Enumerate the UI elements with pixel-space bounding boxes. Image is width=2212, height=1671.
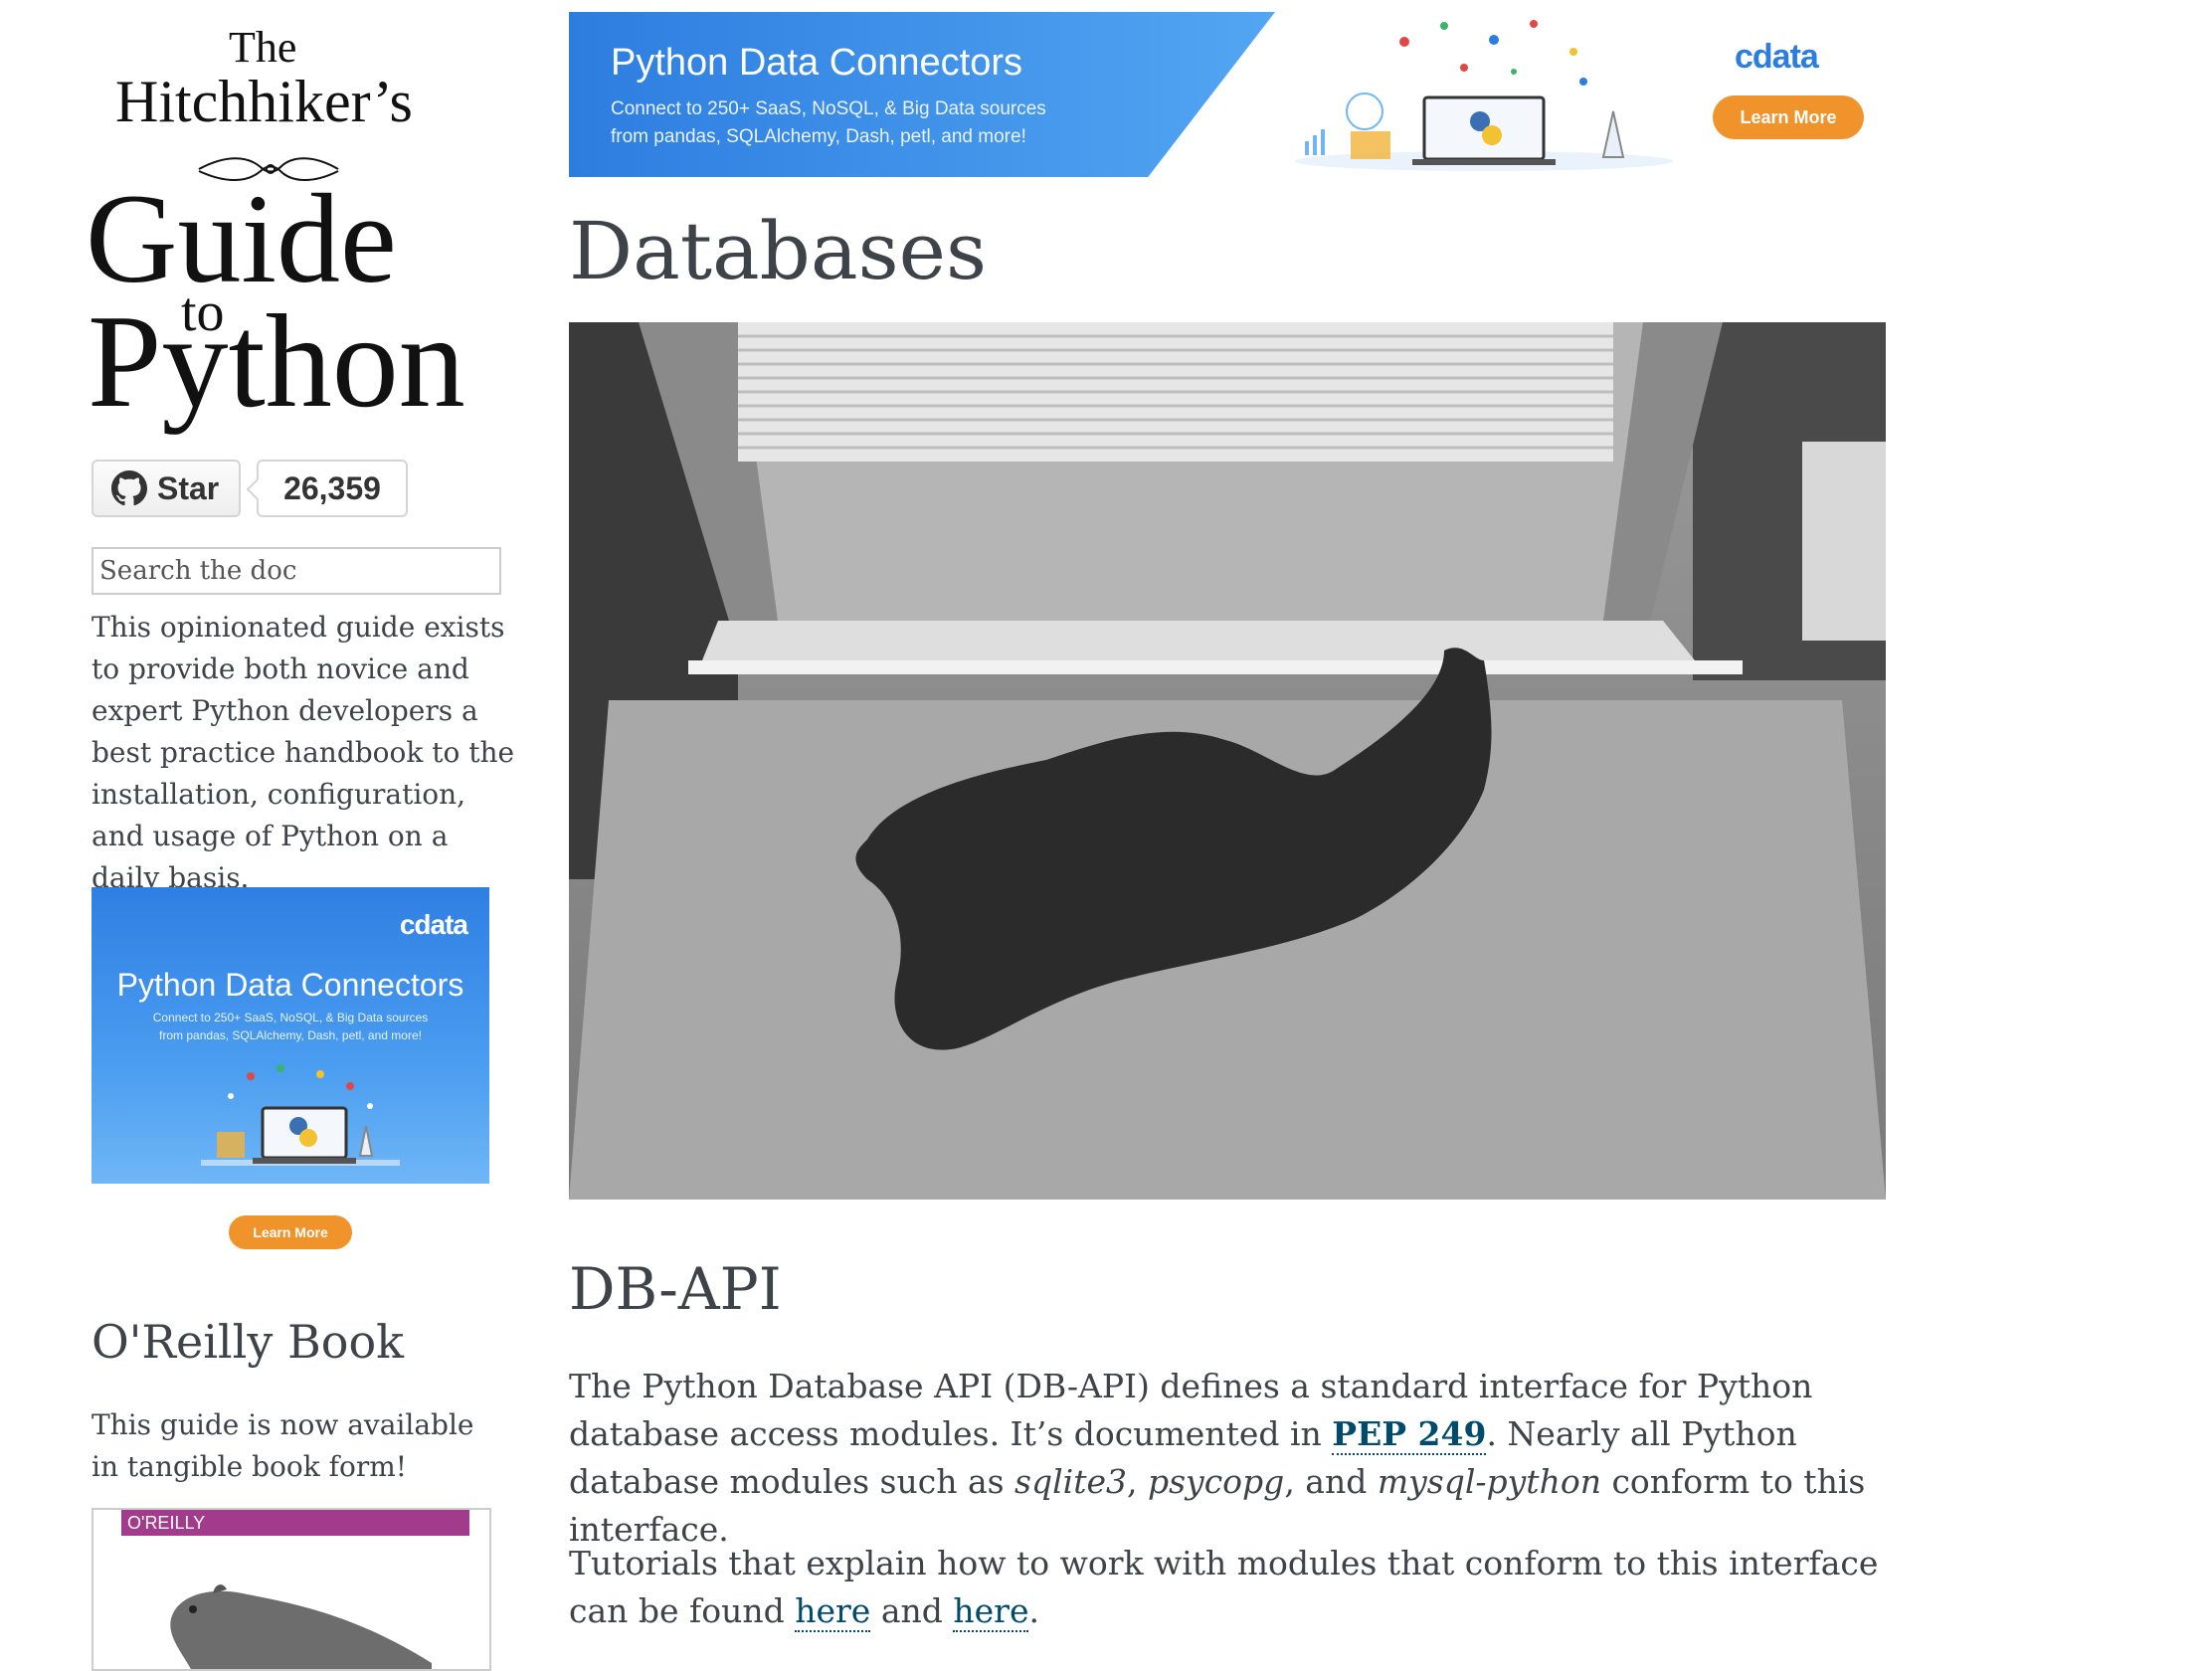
top-ad-blue-panel — [569, 12, 1275, 177]
p1-sep-2: , and — [1284, 1462, 1378, 1501]
github-star-button[interactable]: Star — [92, 460, 241, 517]
module-sqlite3: sqlite3 — [1014, 1462, 1128, 1501]
tutorial-link-1[interactable]: here — [795, 1591, 871, 1632]
github-star-label: Star — [157, 469, 220, 506]
sidebar-ad-learn-more-button[interactable]: Learn More — [229, 1215, 352, 1249]
logo-text-python: Python — [88, 287, 465, 435]
sidebar-ad-banner[interactable]: cdata Python Data Connectors Connect to … — [92, 887, 489, 1184]
top-ad-banner[interactable]: Python Data Connectors Connect to 250+ S… — [569, 12, 1872, 177]
sidebar-ad-laptop-illustration — [201, 1064, 400, 1166]
github-icon — [111, 470, 147, 506]
oreilly-book-heading: O'Reilly Book — [92, 1315, 405, 1369]
book-animal-illustration — [170, 1584, 432, 1669]
top-ad-subtitle-line2: from pandas, SQLAlchemy, Dash, petl, and… — [611, 126, 1026, 147]
window-blinds — [738, 322, 1613, 462]
oreilly-book-cover-link[interactable]: O'REILLY — [92, 1508, 491, 1671]
sidebar-ad-brand-logo: cdata — [399, 909, 468, 940]
search-input[interactable] — [92, 547, 501, 595]
mustache-doormat-photo — [569, 322, 1886, 1200]
top-ad-learn-more-button[interactable]: Learn More — [1713, 95, 1864, 139]
module-psycopg: psycopg — [1148, 1462, 1285, 1501]
sidebar-ad-title: Python Data Connectors — [116, 967, 464, 1003]
logo-text-to: to — [181, 281, 225, 343]
logo-text-hitchhikers: Hitchhiker’s — [115, 69, 413, 134]
top-ad-subtitle-line1: Connect to 250+ SaaS, NoSQL, & Big Data … — [611, 98, 1046, 119]
p1-sep-1: , — [1127, 1462, 1148, 1501]
sidebar-ad-subtitle-line2: from pandas, SQLAlchemy, Dash, petl, and… — [159, 1028, 422, 1042]
logo-text-guide: Guide — [86, 168, 397, 309]
oreilly-publisher-bar: O'REILLY — [121, 1510, 469, 1536]
p2-text-a: Tutorials that explain how to work with … — [569, 1544, 1879, 1630]
top-ad-title: Python Data Connectors — [611, 42, 1023, 84]
db-api-paragraph: The Python Database API (DB-API) defines… — [569, 1363, 1902, 1554]
p2-text-end: . — [1028, 1591, 1039, 1630]
sidebar-ad-subtitle: Connect to 250+ SaaS, NoSQL, & Big Data … — [92, 1009, 489, 1044]
top-ad-brand-logo: cdata — [1735, 38, 1819, 76]
p2-text-and: and — [870, 1591, 954, 1630]
oreilly-book-text: This guide is now available in tangible … — [92, 1408, 474, 1483]
tutorials-paragraph: Tutorials that explain how to work with … — [569, 1540, 1902, 1635]
sidebar-intro-text: This opinionated guide exists to provide… — [92, 611, 515, 894]
section-heading-db-api: DB-API — [569, 1255, 782, 1323]
logo-text-the: The — [229, 23, 297, 72]
module-mysql-python: mysql-python — [1377, 1462, 1601, 1501]
top-ad-laptop-illustration — [1295, 20, 1673, 171]
pep-249-link[interactable]: PEP 249 — [1332, 1414, 1487, 1455]
top-ad-subtitle: Connect to 250+ SaaS, NoSQL, & Big Data … — [611, 95, 1046, 151]
tutorial-link-2[interactable]: here — [953, 1591, 1029, 1632]
github-star-count[interactable]: 26,359 — [257, 460, 408, 517]
page-title: Databases — [569, 205, 988, 297]
sidebar-ad-subtitle-line1: Connect to 250+ SaaS, NoSQL, & Big Data … — [152, 1011, 429, 1024]
